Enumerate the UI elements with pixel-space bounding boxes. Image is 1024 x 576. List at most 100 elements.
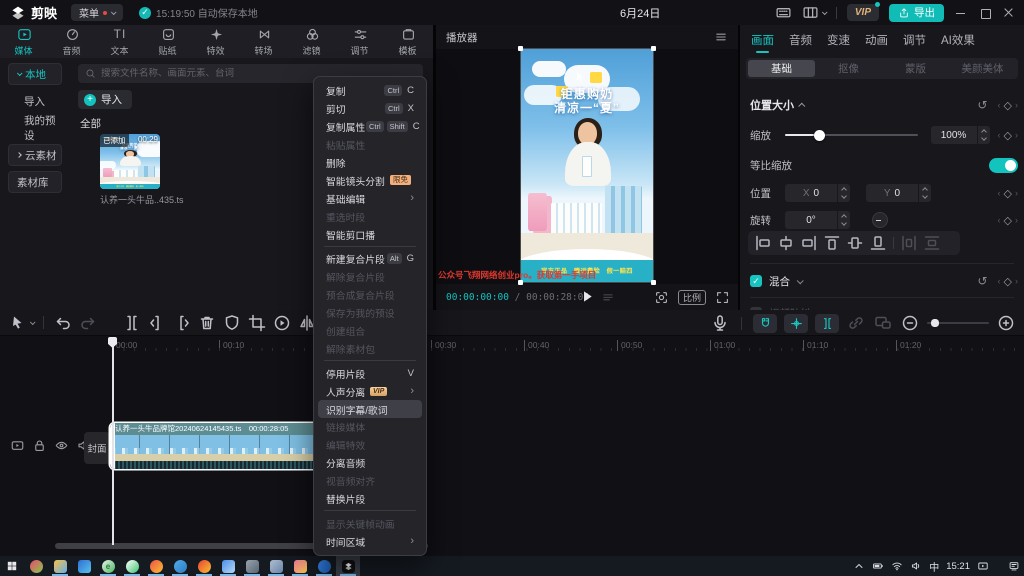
undo-icon[interactable]: [53, 313, 73, 333]
menu-item-delete[interactable]: 删除: [318, 154, 422, 172]
taskbar-box-3d[interactable]: [264, 556, 288, 576]
record-voiceover-icon[interactable]: [710, 313, 730, 333]
inspector-subtab-beauty[interactable]: 美颜美体: [949, 60, 1016, 77]
maximize-button[interactable]: [978, 6, 992, 20]
menu-item-save-as-my-preset[interactable]: 保存为我的预设: [318, 304, 422, 322]
taskbar-chat-app[interactable]: [120, 556, 144, 576]
shortcut-keyboard-icon[interactable]: [775, 4, 792, 21]
preview-split-toggle[interactable]: [815, 313, 839, 333]
collapse-icon[interactable]: [798, 102, 806, 110]
align-bottom-icon[interactable]: [868, 233, 888, 253]
taskbar-browser-pink[interactable]: [24, 556, 48, 576]
speed-icon[interactable]: [272, 313, 292, 333]
keyframe-control[interactable]: ‹ ◇ ›: [998, 187, 1018, 200]
align-center-h-icon[interactable]: [776, 233, 796, 253]
select-tool-icon[interactable]: [8, 313, 28, 333]
tab-transition[interactable]: 转场: [240, 25, 288, 58]
export-button[interactable]: 导出: [889, 3, 944, 22]
menu-item-replace-clip[interactable]: 替换片段: [318, 490, 422, 508]
reset-icon[interactable]: ↺: [977, 274, 987, 288]
timeline-zoom-out-icon[interactable]: [900, 313, 920, 333]
menu-item-copy-attributes[interactable]: 复制属性 Ctrl Shift C: [318, 118, 422, 136]
menu-item-vocal-separation[interactable]: 人声分离 VIP ›: [318, 382, 422, 400]
taskbar-file-explorer[interactable]: [48, 556, 72, 576]
split-right-icon[interactable]: [172, 313, 192, 333]
menu-item-smart-speech-edit[interactable]: 智能剪口播: [318, 225, 422, 243]
split-icon[interactable]: [122, 313, 142, 333]
menu-item-edit-effect[interactable]: 编辑特效: [318, 436, 422, 454]
keyframe-control[interactable]: ‹ ◇ ›: [998, 99, 1018, 112]
crop-icon[interactable]: [247, 313, 267, 333]
inspector-tab-animation[interactable]: 动画: [864, 29, 889, 51]
quality-icon[interactable]: [601, 290, 615, 304]
slider-thumb[interactable]: [814, 129, 826, 141]
menu-item-link-media[interactable]: 链接媒体: [318, 418, 422, 436]
menu-item-copy[interactable]: 复制 Ctrl C: [318, 82, 422, 100]
menu-item-show-keyframe-animation[interactable]: 显示关键帧动画: [318, 514, 422, 532]
rotate-knob[interactable]: [872, 212, 888, 228]
filter-all-tab[interactable]: 全部: [80, 116, 101, 131]
close-button[interactable]: [1002, 6, 1016, 20]
menu-item-smart-shot-split[interactable]: 智能镜头分割 限免: [318, 171, 422, 189]
chevron-down-icon[interactable]: [796, 276, 804, 284]
keyframe-control[interactable]: ‹ ◇ ›: [998, 275, 1018, 288]
link-clips-icon[interactable]: [846, 313, 866, 333]
menu-item-av-align[interactable]: 视音频对齐: [318, 472, 422, 490]
cover-button[interactable]: 封面: [84, 432, 110, 464]
notification-center-icon[interactable]: [1008, 560, 1020, 572]
main-track-icon[interactable]: [10, 438, 25, 453]
sidebar-item-material-library[interactable]: 素材库: [8, 171, 62, 193]
timeline-zoom-slider[interactable]: [927, 318, 989, 327]
sidebar-item-cloud-materials[interactable]: 云素材: [8, 144, 62, 166]
inspector-tab-ai-effects[interactable]: AI效果: [940, 29, 976, 51]
inspector-tab-picture[interactable]: 画面: [750, 29, 775, 53]
align-right-icon[interactable]: [799, 233, 819, 253]
tab-media[interactable]: 媒体: [0, 25, 48, 58]
taskbar-chrome[interactable]: [192, 556, 216, 576]
menu-button[interactable]: 菜单: [71, 4, 124, 21]
ime-indicator[interactable]: 中: [929, 559, 939, 574]
tab-adjust[interactable]: 调节: [336, 25, 384, 58]
menu-item-time-region[interactable]: 时间区域 ›: [318, 532, 422, 550]
scale-value-box[interactable]: 100%: [930, 126, 977, 144]
position-x-stepper[interactable]: [838, 184, 850, 202]
inspector-subtab-basic[interactable]: 基础: [748, 60, 815, 77]
menu-item-cancel-compound-clip[interactable]: 解除复合片段: [318, 268, 422, 286]
uniform-scale-toggle[interactable]: [989, 157, 1018, 173]
blend-checkbox[interactable]: ✓: [750, 275, 762, 287]
snap-toggle[interactable]: [753, 313, 777, 333]
position-y-stepper[interactable]: [919, 184, 931, 202]
inspector-subtab-mask[interactable]: 蒙版: [882, 60, 949, 77]
adapt-view-icon[interactable]: [873, 313, 893, 333]
play-button[interactable]: [579, 288, 596, 305]
inspector-tab-speed[interactable]: 变速: [826, 29, 851, 51]
import-button[interactable]: + 导入: [78, 90, 132, 109]
volume-icon[interactable]: [910, 560, 922, 572]
inspector-tab-audio[interactable]: 音频: [788, 29, 813, 51]
menu-item-paste-attributes[interactable]: 粘贴属性: [318, 136, 422, 154]
hide-track-icon[interactable]: [54, 438, 69, 453]
freeze-frame-icon[interactable]: [222, 313, 242, 333]
tab-audio[interactable]: 音频: [48, 25, 96, 58]
resize-handle[interactable]: [651, 46, 656, 51]
wifi-icon[interactable]: [891, 560, 903, 572]
reset-icon[interactable]: ↺: [977, 98, 987, 112]
lock-track-icon[interactable]: [32, 438, 47, 453]
menu-item-basic-edit[interactable]: 基础编辑 ›: [318, 189, 422, 207]
tray-video-icon[interactable]: [977, 560, 989, 572]
tab-filter[interactable]: 滤镜: [288, 25, 336, 58]
tray-expand-icon[interactable]: [853, 560, 865, 572]
player-menu-icon[interactable]: [714, 30, 728, 44]
taskbar-paint-tool[interactable]: [288, 556, 312, 576]
scale-stepper[interactable]: [977, 126, 990, 144]
media-clip-card[interactable]: 钜惠购奶 清凉一“夏” 官方正品 赠运费险 假一赔四 已添加 00:29: [100, 134, 160, 189]
sidebar-item-local[interactable]: 本地: [8, 63, 62, 85]
menu-item-reselect-range[interactable]: 重选时段: [318, 207, 422, 225]
inspector-tab-adjust[interactable]: 调节: [902, 29, 927, 51]
sidebar-item-import[interactable]: 导入: [8, 90, 62, 112]
keyframe-control[interactable]: ‹ ◇ ›: [998, 214, 1018, 227]
taskbar-video-tool[interactable]: [216, 556, 240, 576]
menu-item-separate-audio[interactable]: 分离音频: [318, 454, 422, 472]
position-y-box[interactable]: Y0: [866, 184, 918, 202]
taskbar-media-player[interactable]: [312, 556, 336, 576]
